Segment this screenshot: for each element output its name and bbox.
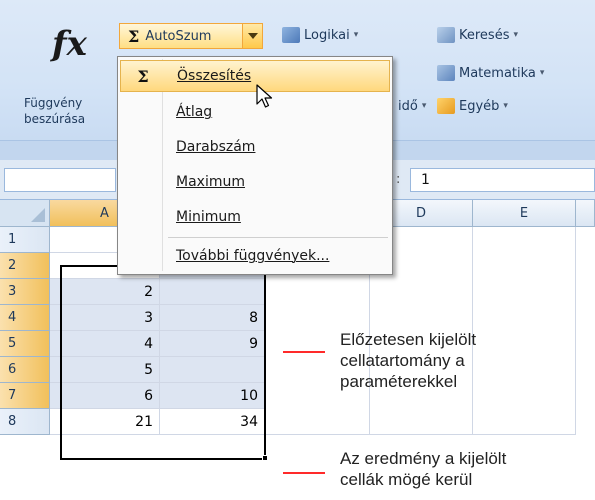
fill-handle[interactable]: [262, 455, 268, 461]
result-pointer-line: [283, 472, 325, 474]
cell-b3[interactable]: [160, 279, 265, 305]
mouse-pointer-icon: [256, 84, 273, 108]
row-header-3[interactable]: 3: [0, 279, 50, 305]
insert-function-label-line1: Függvény: [24, 96, 83, 110]
row-header-2[interactable]: 2: [0, 253, 50, 279]
menu-item-more-functions[interactable]: További függvények...: [120, 240, 390, 272]
math-label: Matematika: [459, 65, 536, 81]
annotation-pointer-line: [283, 351, 325, 353]
insert-function-label-line2: beszúrása: [24, 112, 86, 126]
autosum-label: AutoSzum: [145, 28, 212, 44]
column-header-f[interactable]: [576, 200, 595, 227]
menu-item-sum[interactable]: Σ Összesítés: [120, 60, 390, 92]
other-label: Egyéb: [459, 98, 500, 114]
cell-b7[interactable]: 10: [160, 383, 265, 409]
lookup-magnifier-icon: [437, 27, 455, 43]
cell-b4[interactable]: 8: [160, 305, 265, 331]
result-annotation: Az eredmény a kijelölt cellák mögé kerül: [340, 449, 507, 489]
logical-label: Logikai: [304, 27, 350, 43]
sigma-icon: Σ: [137, 66, 149, 86]
cell-a4[interactable]: 3: [50, 305, 160, 331]
fx-icon: fx: [52, 24, 87, 64]
lookup-functions-button[interactable]: Keresés ▾: [437, 24, 518, 46]
autosum-dropdown-arrow[interactable]: [242, 24, 262, 48]
menu-separator: [168, 237, 388, 238]
datetime-functions-button[interactable]: idő ▾: [398, 95, 426, 117]
cell-b6[interactable]: [160, 357, 265, 383]
insert-function-button[interactable]: fx Függvény beszúrása: [18, 16, 118, 126]
time-label: idő: [398, 98, 418, 114]
cell-b8[interactable]: 34: [160, 409, 265, 435]
row-header-1[interactable]: 1: [0, 227, 50, 253]
cell-b5[interactable]: 9: [160, 331, 265, 357]
sigma-icon: Σ: [128, 26, 140, 46]
cell-a7[interactable]: 6: [50, 383, 160, 409]
chevron-down-icon: [247, 33, 258, 39]
formula-input[interactable]: 1: [410, 168, 595, 192]
row-header-5[interactable]: 5: [0, 331, 50, 357]
autosum-button[interactable]: Σ AutoSzum: [119, 23, 263, 49]
other-books-icon: [437, 98, 455, 114]
math-theta-icon: [437, 65, 455, 81]
logical-functions-button[interactable]: Logikai ▾: [282, 24, 358, 46]
cell-a3[interactable]: 2: [50, 279, 160, 305]
menu-item-average[interactable]: Átlag: [120, 96, 390, 128]
logical-book-icon: [282, 27, 300, 43]
menu-item-count[interactable]: Darabszám: [120, 131, 390, 163]
formula-bar-divider: :: [396, 172, 401, 187]
other-functions-button[interactable]: Egyéb ▾: [437, 95, 508, 117]
column-e-cells[interactable]: [473, 227, 576, 435]
menu-item-min[interactable]: Minimum: [120, 201, 390, 233]
row-header-4[interactable]: 4: [0, 305, 50, 331]
name-box[interactable]: [4, 168, 116, 192]
cell-a8[interactable]: 21: [50, 409, 160, 435]
autosum-dropdown-menu: Σ Összesítés Átlag Darabszám Maximum Min…: [117, 56, 393, 275]
column-header-e[interactable]: E: [473, 200, 576, 227]
search-label: Keresés: [459, 27, 510, 43]
math-functions-button[interactable]: Matematika ▾: [437, 62, 544, 84]
cell-a5[interactable]: 4: [50, 331, 160, 357]
row-header-7[interactable]: 7: [0, 383, 50, 409]
cell-a6[interactable]: 5: [50, 357, 160, 383]
menu-item-max[interactable]: Maximum: [120, 166, 390, 198]
row-header-6[interactable]: 6: [0, 357, 50, 383]
select-all-corner[interactable]: [0, 200, 50, 227]
selection-annotation: Előzetesen kijelölt cellatartomány a par…: [340, 330, 477, 391]
row-header-8[interactable]: 8: [0, 409, 50, 435]
